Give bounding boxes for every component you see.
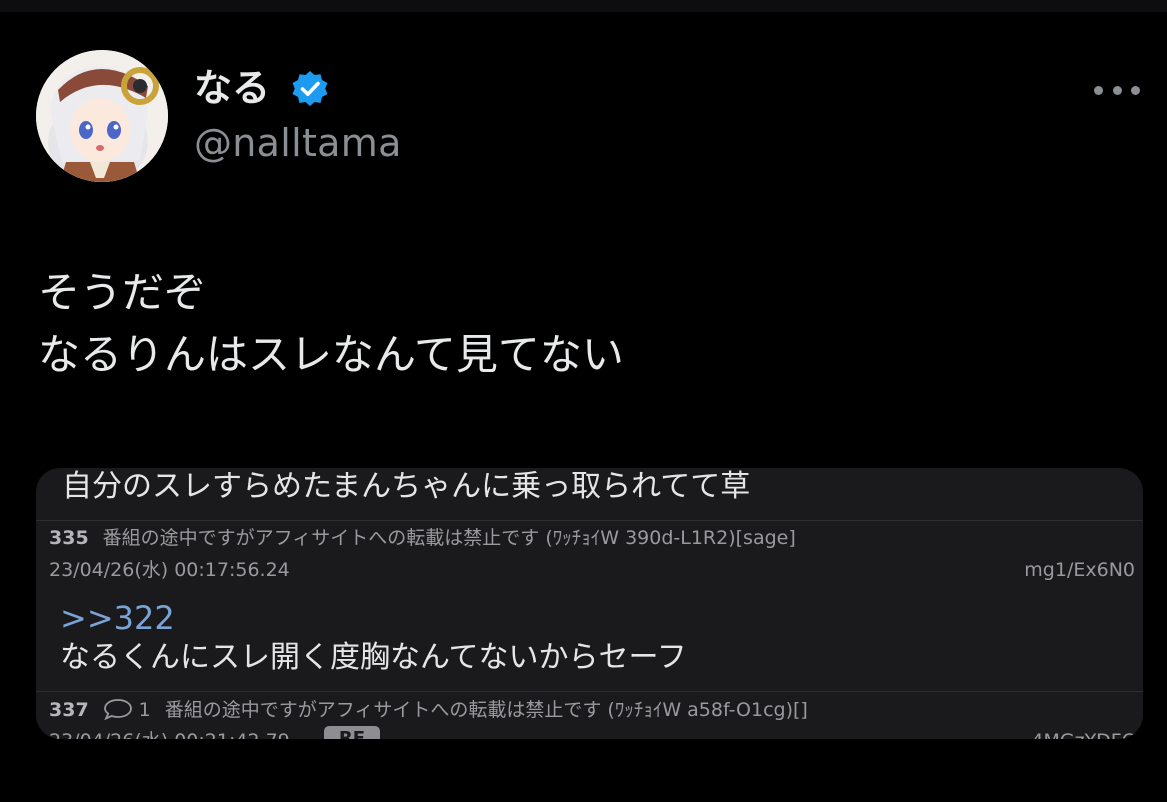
poster-name: 番組の途中ですがアフィサイトへの転載は禁止です (ﾜｯﾁｮｲW 390d-L1R… (102, 527, 796, 549)
tweet-line: なるりんはスレなんて見てない (38, 330, 624, 379)
more-dot (1131, 86, 1140, 95)
post-id: 4MGzYDFC (1031, 729, 1135, 739)
poster-name: 番組の途中ですがアフィサイトへの転載は禁止です (ﾜｯﾁｮｲW a58f-O1c… (164, 699, 808, 721)
post-date: 23/04/26(水) 00:17:56.24 (49, 559, 290, 581)
more-dot (1112, 86, 1122, 95)
divider (36, 691, 1143, 692)
post-number: 337 (49, 699, 89, 721)
more-options-icon[interactable] (1094, 86, 1140, 95)
divider (36, 520, 1143, 521)
verified-badge-icon (292, 71, 328, 106)
comment-icon[interactable] (103, 698, 133, 720)
reply-count: 1 (138, 699, 151, 721)
post-number: 335 (49, 527, 89, 549)
tweet-text: そうだぞ なるりんはスレなんて見てない (38, 262, 624, 386)
status-bar (0, 0, 1167, 12)
attached-screenshot[interactable]: 自分のスレすらめたまんちゃんに乗っ取られてて草 335 番組の途中ですがアフィサイ… (36, 468, 1143, 739)
more-dot (1094, 86, 1103, 95)
reply-anchor-link[interactable]: >>322 (60, 598, 175, 638)
post-header: 335 番組の途中ですがアフィサイトへの転載は禁止です (ﾜｯﾁｮｲW 390d-… (49, 526, 796, 550)
re-badge[interactable]: RE (324, 726, 380, 739)
user-handle[interactable]: @nalltama (194, 120, 402, 166)
display-name[interactable]: なる (194, 66, 270, 110)
previous-post-text: 自分のスレすらめたまんちゃんに乗っ取られてて草 (62, 469, 751, 504)
avatar-illustration-icon (36, 50, 168, 182)
post-header: 337 1 番組の途中ですがアフィサイトへの転載は禁止です (ﾜｯﾁｮｲW a58f… (49, 698, 808, 722)
avatar[interactable] (36, 50, 168, 182)
post-body: なるくんにスレ開く度胸なんてないからセーフ (60, 640, 687, 675)
post-id: mg1/Ex6N0 (1024, 559, 1135, 581)
tweet-line: そうだぞ (38, 268, 207, 317)
post-date: 23/04/26(水) 00:21:42.79 (49, 729, 290, 739)
